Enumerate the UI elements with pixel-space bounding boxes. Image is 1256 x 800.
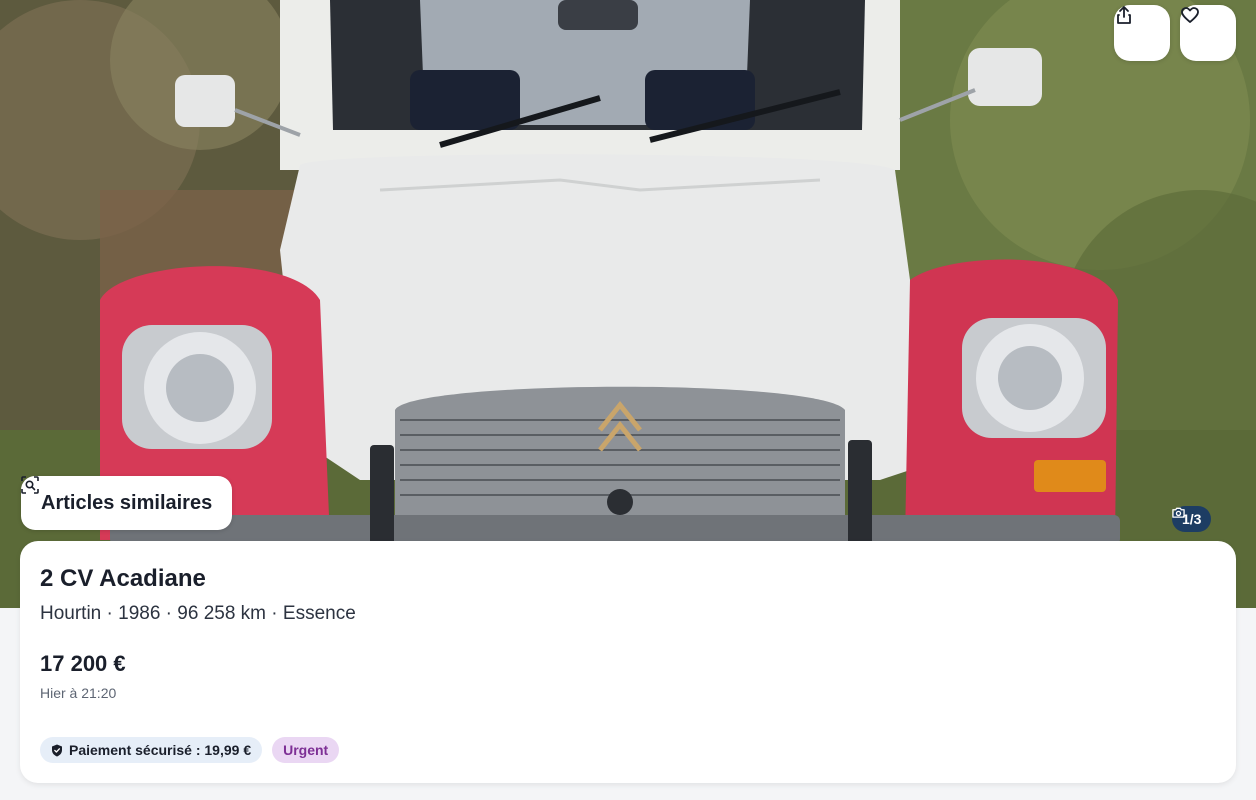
listing-date: Hier à 21:20: [40, 685, 117, 701]
share-button[interactable]: [1114, 5, 1170, 61]
visual-search-icon: [21, 476, 39, 494]
similar-articles-button[interactable]: Articles similaires: [21, 476, 233, 530]
listing-price: 17 200 €: [40, 651, 126, 676]
secure-payment-badge: Paiement sécurisé : 19,99 €: [40, 737, 263, 763]
share-icon: [1117, 6, 1131, 24]
listing-title: 2 CV Acadiane: [40, 565, 206, 592]
secure-payment-label: Paiement sécurisé : 19,99 €: [69, 742, 252, 758]
listing-photo[interactable]: Articles similaires 1/3: [0, 0, 1256, 608]
listing-meta: Hourtin · 1986 · 96 258 km · Essence: [40, 603, 356, 624]
shield-check-icon: [52, 744, 62, 756]
listing-page: Articles similaires 1/3 2 CV Acadiane Ho…: [0, 0, 1256, 800]
urgent-badge: Urgent: [272, 737, 340, 763]
listing-badges: Paiement sécurisé : 19,99 € Urgent: [40, 737, 340, 763]
heart-icon: [1181, 7, 1199, 23]
favorite-button[interactable]: [1180, 5, 1236, 61]
similar-articles-label: Articles similaires: [41, 491, 213, 514]
listing-card: 2 CV Acadiane Hourtin · 1986 · 96 258 km…: [20, 541, 1236, 783]
camera-icon: [1172, 507, 1185, 518]
photo-counter-badge: 1/3: [1172, 506, 1212, 532]
urgent-label: Urgent: [283, 742, 329, 758]
